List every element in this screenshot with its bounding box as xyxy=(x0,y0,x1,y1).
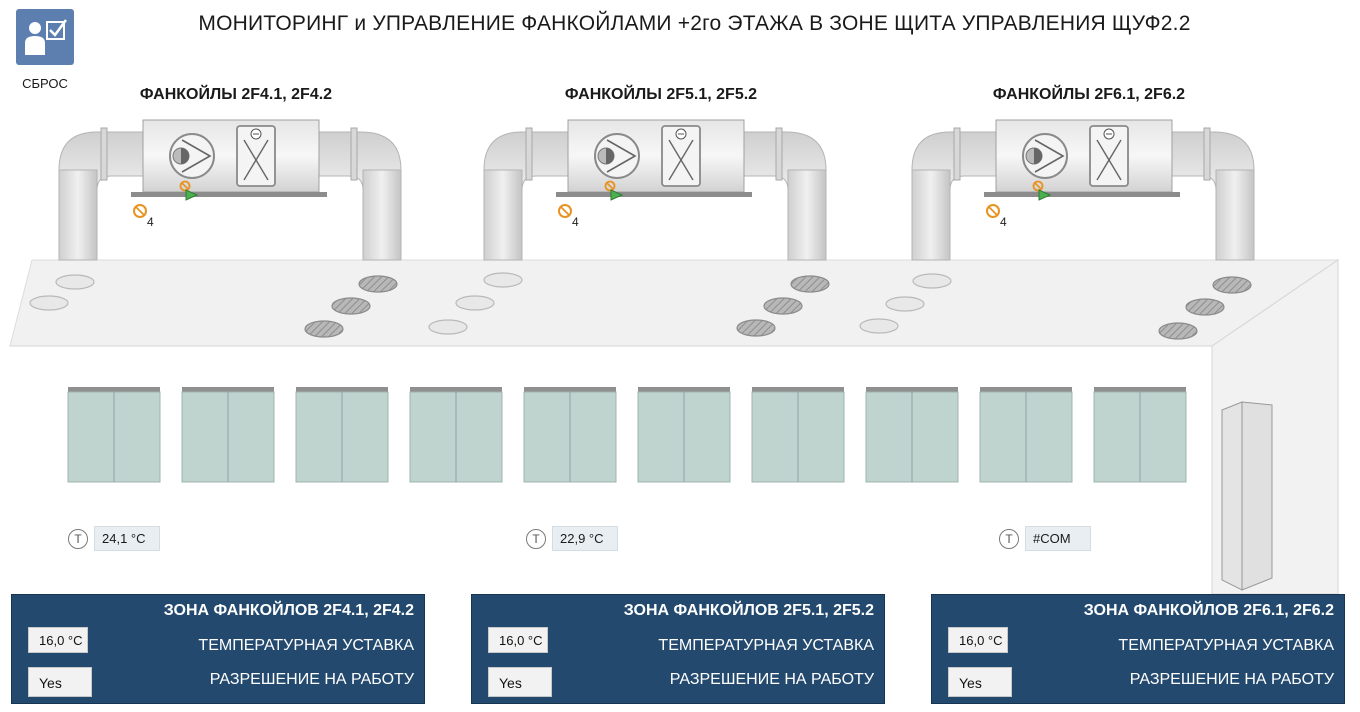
door-leaf xyxy=(1241,401,1273,591)
alarm-count: 4 xyxy=(147,215,154,229)
return-grille xyxy=(304,320,344,338)
return-grille xyxy=(358,275,398,293)
filter-icon xyxy=(661,125,701,187)
zone-panel-2f5: ЗОНА ФАНКОЙЛОВ 2F5.1, 2F5.2 16,0 °C ТЕМП… xyxy=(471,594,885,704)
zone-title: ЗОНА ФАНКОЙЛОВ 2F6.1, 2F6.2 xyxy=(1083,602,1334,619)
fan-icon xyxy=(594,133,640,179)
enable-field[interactable]: Yes xyxy=(948,667,1012,697)
temp-value: #COM xyxy=(1025,526,1091,551)
return-grille xyxy=(736,319,776,337)
window-frame xyxy=(638,387,730,392)
temp-probe-1: T 24,1 °C xyxy=(68,526,160,551)
zone-title: ЗОНА ФАНКОЙЛОВ 2F4.1, 2F4.2 xyxy=(163,602,414,619)
ceiling xyxy=(9,259,1340,347)
filter-icon xyxy=(1089,125,1129,187)
temp-probe-3: T #COM xyxy=(999,526,1091,551)
return-grille xyxy=(331,297,371,315)
setpoint-field[interactable]: 16,0 °C xyxy=(948,627,1008,653)
alarm-counter-icon xyxy=(986,204,1000,218)
alarm-count: 4 xyxy=(572,215,579,229)
air-diffuser xyxy=(55,274,95,290)
fancoil-group-title: ФАНКОЙЛЫ 2F6.1, 2F6.2 xyxy=(992,86,1186,103)
setpoint-field[interactable]: 16,0 °C xyxy=(28,627,88,653)
fancoil-unit[interactable]: 4 xyxy=(480,110,840,265)
setpoint-label: ТЕМПЕРАТУРНАЯ УСТАВКА xyxy=(1118,637,1334,654)
window-frame xyxy=(1094,387,1186,392)
air-diffuser xyxy=(483,272,523,288)
enable-field[interactable]: Yes xyxy=(488,667,552,697)
air-diffuser xyxy=(428,319,468,335)
fancoil-unit[interactable]: 4 xyxy=(908,110,1268,265)
enable-label: РАЗРЕШЕНИЕ НА РАБОТУ xyxy=(209,671,414,688)
temp-value: 24,1 °C xyxy=(94,526,160,551)
temp-value: 22,9 °C xyxy=(552,526,618,551)
return-grille xyxy=(1158,322,1198,340)
return-grille xyxy=(763,297,803,315)
alarm-count: 4 xyxy=(1000,215,1007,229)
air-diffuser xyxy=(29,295,69,311)
air-diffuser xyxy=(455,295,495,311)
window-frame xyxy=(296,387,388,392)
thermometer-icon: T xyxy=(68,528,88,549)
setpoint-label: ТЕМПЕРАТУРНАЯ УСТАВКА xyxy=(658,637,874,654)
window-frame xyxy=(752,387,844,392)
fancoil-unit[interactable]: 4 xyxy=(55,110,415,265)
air-diffuser xyxy=(912,273,952,289)
setpoint-label: ТЕМПЕРАТУРНАЯ УСТАВКА xyxy=(198,637,414,654)
fan-icon xyxy=(169,133,215,179)
temp-probe-2: T 22,9 °C xyxy=(526,526,618,551)
thermometer-icon: T xyxy=(999,528,1019,549)
window-frame xyxy=(182,387,274,392)
zone-panel-2f6: ЗОНА ФАНКОЙЛОВ 2F6.1, 2F6.2 16,0 °C ТЕМП… xyxy=(931,594,1345,704)
fancoil-group-title: ФАНКОЙЛЫ 2F4.1, 2F4.2 xyxy=(139,86,333,103)
enable-label: РАЗРЕШЕНИЕ НА РАБОТУ xyxy=(669,671,874,688)
door-frame xyxy=(1221,401,1243,591)
window-frame xyxy=(524,387,616,392)
return-grille xyxy=(790,275,830,293)
return-grille xyxy=(1212,276,1252,294)
fancoil-group-title: ФАНКОЙЛЫ 2F5.1, 2F5.2 xyxy=(564,86,758,103)
enable-label: РАЗРЕШЕНИЕ НА РАБОТУ xyxy=(1129,671,1334,688)
fan-icon xyxy=(1022,133,1068,179)
window-frame xyxy=(866,387,958,392)
alarm-counter-icon xyxy=(133,204,147,218)
thermometer-icon: T xyxy=(526,528,546,549)
enable-field[interactable]: Yes xyxy=(28,667,92,697)
air-diffuser xyxy=(885,296,925,312)
filter-icon xyxy=(236,125,276,187)
zone-title: ЗОНА ФАНКОЙЛОВ 2F5.1, 2F5.2 xyxy=(623,602,874,619)
alarm-counter-icon xyxy=(558,204,572,218)
window-frame xyxy=(410,387,502,392)
return-grille xyxy=(1185,298,1225,316)
air-diffuser xyxy=(859,318,899,334)
window-frame xyxy=(68,387,160,392)
window-frame xyxy=(980,387,1072,392)
setpoint-field[interactable]: 16,0 °C xyxy=(488,627,548,653)
zone-panel-2f4: ЗОНА ФАНКОЙЛОВ 2F4.1, 2F4.2 16,0 °C ТЕМП… xyxy=(11,594,425,704)
